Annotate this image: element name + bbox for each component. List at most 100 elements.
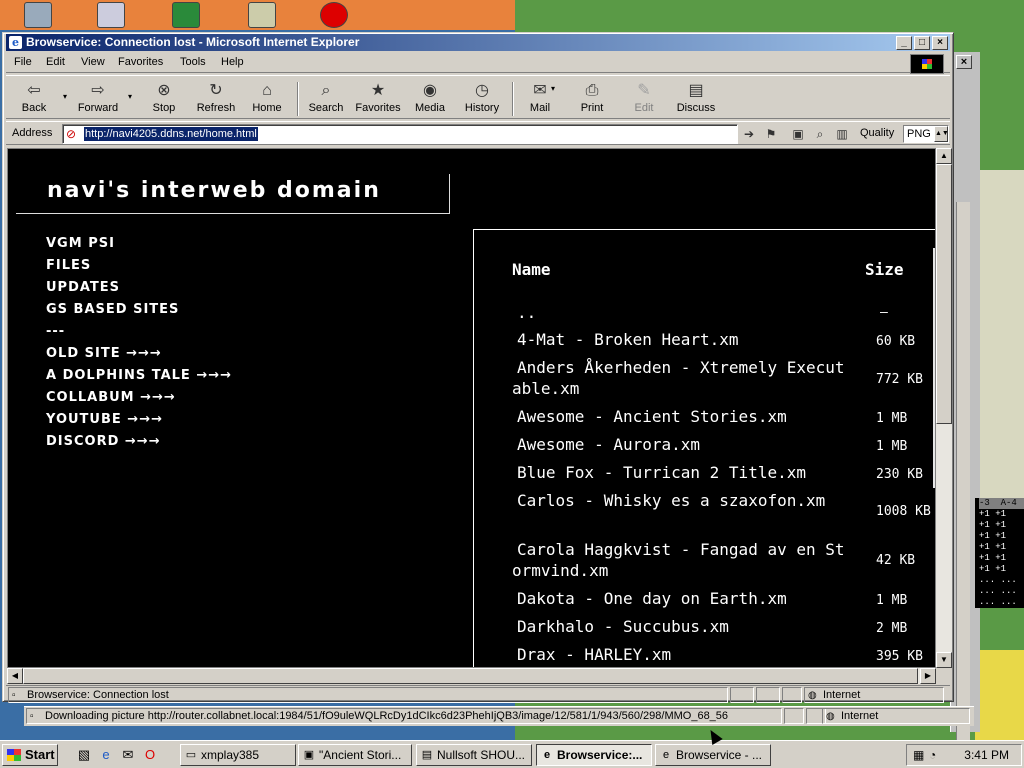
network-icon[interactable] xyxy=(97,2,125,28)
start-button[interactable]: Start xyxy=(2,744,58,766)
opera-icon[interactable] xyxy=(320,2,348,28)
nav-link-a-dolphins-tale[interactable]: A DOLPHINS TALE →→→ xyxy=(46,365,232,387)
toolbar-separator xyxy=(297,82,299,116)
menu-file[interactable]: File xyxy=(14,56,32,68)
bookmark-icon[interactable]: ⚑ xyxy=(762,126,780,142)
back-button[interactable]: ⇦ Back xyxy=(8,80,60,118)
status-text: ▫ Browservice: Connection lost xyxy=(8,687,728,703)
menu-help[interactable]: Help xyxy=(221,56,244,68)
task-browservice-active[interactable]: e Browservice:... xyxy=(536,744,652,766)
horizontal-scrollbar[interactable]: ◀ ▶ xyxy=(7,668,936,684)
menu-tools[interactable]: Tools xyxy=(180,56,206,68)
menu-view[interactable]: View xyxy=(81,56,105,68)
download-status-text: ▫ Downloading picture http://router.colla… xyxy=(26,708,782,724)
page-icon: ▫ xyxy=(12,690,16,701)
scroll-down-icon[interactable]: ▼ xyxy=(936,652,952,668)
mail-dropdown-icon[interactable]: ▾ xyxy=(551,84,555,93)
search-icon: ⌕ xyxy=(321,82,331,99)
standard-toolbar: ⇦ Back ▾ ⇨ Forward ▾ ⊗ Stop ↻ Refresh ⌂ Home … xyxy=(6,75,950,119)
scroll-right-icon[interactable]: ▶ xyxy=(920,668,936,684)
computer-icon[interactable] xyxy=(24,2,52,28)
close-icon[interactable]: × xyxy=(956,55,972,69)
scroll-thumb[interactable] xyxy=(23,668,918,684)
title-bar[interactable]: e Browservice: Connection lost - Microso… xyxy=(6,34,950,51)
network-tray-icon[interactable]: ▦ xyxy=(913,748,924,762)
vertical-scrollbar[interactable]: ▲ ▼ xyxy=(936,148,952,668)
forward-dropdown-icon[interactable]: ▾ xyxy=(128,92,132,101)
history-button[interactable]: ◷ History xyxy=(456,80,508,118)
search-button[interactable]: ⌕ Search xyxy=(300,80,352,118)
background-window: × xyxy=(950,52,980,752)
column-header-name[interactable]: Name xyxy=(512,260,551,279)
search-label: Search xyxy=(308,102,344,114)
nav-link-old-site[interactable]: OLD SITE →→→ xyxy=(46,343,232,365)
home-label: Home xyxy=(252,102,282,114)
site-nav: VGM PSI FILES UPDATES GS BASED SITES ---… xyxy=(46,233,232,453)
address-input[interactable]: ⊘ http://navi4205.ddns.net/home.html xyxy=(62,124,738,144)
xmplay-icon: ▣ xyxy=(303,749,315,761)
excel-icon[interactable] xyxy=(172,2,200,28)
back-dropdown-icon[interactable]: ▾ xyxy=(63,92,67,101)
media-label: Media xyxy=(415,102,445,114)
background-window-scrollbar[interactable] xyxy=(956,202,970,752)
file-size: – xyxy=(880,305,888,320)
tracker-row: +1 +1 xyxy=(979,531,1007,541)
address-bar: Address ⊘ http://navi4205.ddns.net/home.… xyxy=(6,121,950,145)
scroll-up-icon[interactable]: ▲ xyxy=(936,148,952,164)
column-header-size[interactable]: Size xyxy=(865,260,904,279)
scroll-left-icon[interactable]: ◀ xyxy=(7,668,23,684)
discuss-button[interactable]: ▤ Discuss xyxy=(670,80,722,118)
nav-link-collabum[interactable]: COLLABUM →→→ xyxy=(46,387,232,409)
nav-link-discord[interactable]: DISCORD →→→ xyxy=(46,431,232,453)
media-button[interactable]: ◉ Media xyxy=(404,80,456,118)
file-name: 4-Mat - Broken Heart.xm xyxy=(517,330,739,349)
minimize-button[interactable]: _ xyxy=(896,36,912,50)
tracker-header: -3 A-4 xyxy=(979,498,1024,509)
outlook-icon[interactable]: ✉ xyxy=(120,747,136,763)
menu-edit[interactable]: Edit xyxy=(46,56,65,68)
task-ancient-stories[interactable]: ▣ "Ancient Stori... xyxy=(298,744,412,766)
page-save-icon[interactable]: ▣ xyxy=(789,126,807,142)
mail-button[interactable]: ✉ Mail xyxy=(514,80,566,118)
nav-link-youtube[interactable]: YOUTUBE →→→ xyxy=(46,409,232,431)
forward-button[interactable]: ⇨ Forward xyxy=(72,80,124,118)
scroll-thumb[interactable] xyxy=(936,164,952,424)
clipboard-icon[interactable]: ▥ xyxy=(833,126,851,142)
nav-link-files[interactable]: FILES xyxy=(46,255,232,277)
task-browservice[interactable]: e Browservice - ... xyxy=(655,744,771,766)
print-button[interactable]: ⎙ Print xyxy=(566,80,618,118)
task-nullsoft-shoutcast[interactable]: ▤ Nullsoft SHOU... xyxy=(416,744,532,766)
menu-favorites[interactable]: Favorites xyxy=(118,56,163,68)
close-button[interactable]: × xyxy=(932,36,948,50)
maximize-button[interactable]: □ xyxy=(914,36,930,50)
refresh-button[interactable]: ↻ Refresh xyxy=(190,80,242,118)
stop-button[interactable]: ⊗ Stop xyxy=(138,80,190,118)
quality-dropdown-icon[interactable]: ▲▼ xyxy=(934,126,949,142)
show-desktop-icon[interactable]: ▧ xyxy=(76,747,92,763)
nav-link-gs-based-sites[interactable]: GS BASED SITES xyxy=(46,299,232,321)
task-xmplay385[interactable]: ▭ xmplay385 xyxy=(180,744,296,766)
status-pane xyxy=(730,687,754,703)
find-icon[interactable]: ⌕ xyxy=(811,126,829,142)
document-icon[interactable] xyxy=(248,2,276,28)
quality-select[interactable]: PNG ▲▼ xyxy=(903,125,949,143)
volume-tray-icon[interactable]: ◔ xyxy=(929,748,936,762)
globe-icon: ◍ xyxy=(826,711,835,722)
file-name: Anders Åkerheden - Xtremely Executable.x… xyxy=(512,358,845,398)
nav-link-updates[interactable]: UPDATES xyxy=(46,277,232,299)
internet-explorer-icon[interactable]: e xyxy=(98,747,114,763)
edit-button[interactable]: ✎ Edit xyxy=(618,80,670,118)
favorites-button[interactable]: ★ Favorites xyxy=(352,80,404,118)
nav-link-vgm-psi[interactable]: VGM PSI xyxy=(46,233,232,255)
clock[interactable]: 3:41 PM xyxy=(964,748,1009,762)
go-arrow-icon[interactable]: ➔ xyxy=(740,126,758,142)
nav-divider: --- xyxy=(46,324,66,339)
home-button[interactable]: ⌂ Home xyxy=(241,80,293,118)
page-viewport[interactable]: navi's interweb domain VGM PSI FILES UPD… xyxy=(7,148,936,668)
file-size: 60 KB xyxy=(876,334,916,349)
quality-label: Quality xyxy=(860,127,895,139)
opera-icon[interactable]: O xyxy=(142,747,158,763)
address-url[interactable]: http://navi4205.ddns.net/home.html xyxy=(84,127,258,141)
media-icon: ◉ xyxy=(423,82,437,99)
page-icon: ⊘ xyxy=(66,127,77,141)
